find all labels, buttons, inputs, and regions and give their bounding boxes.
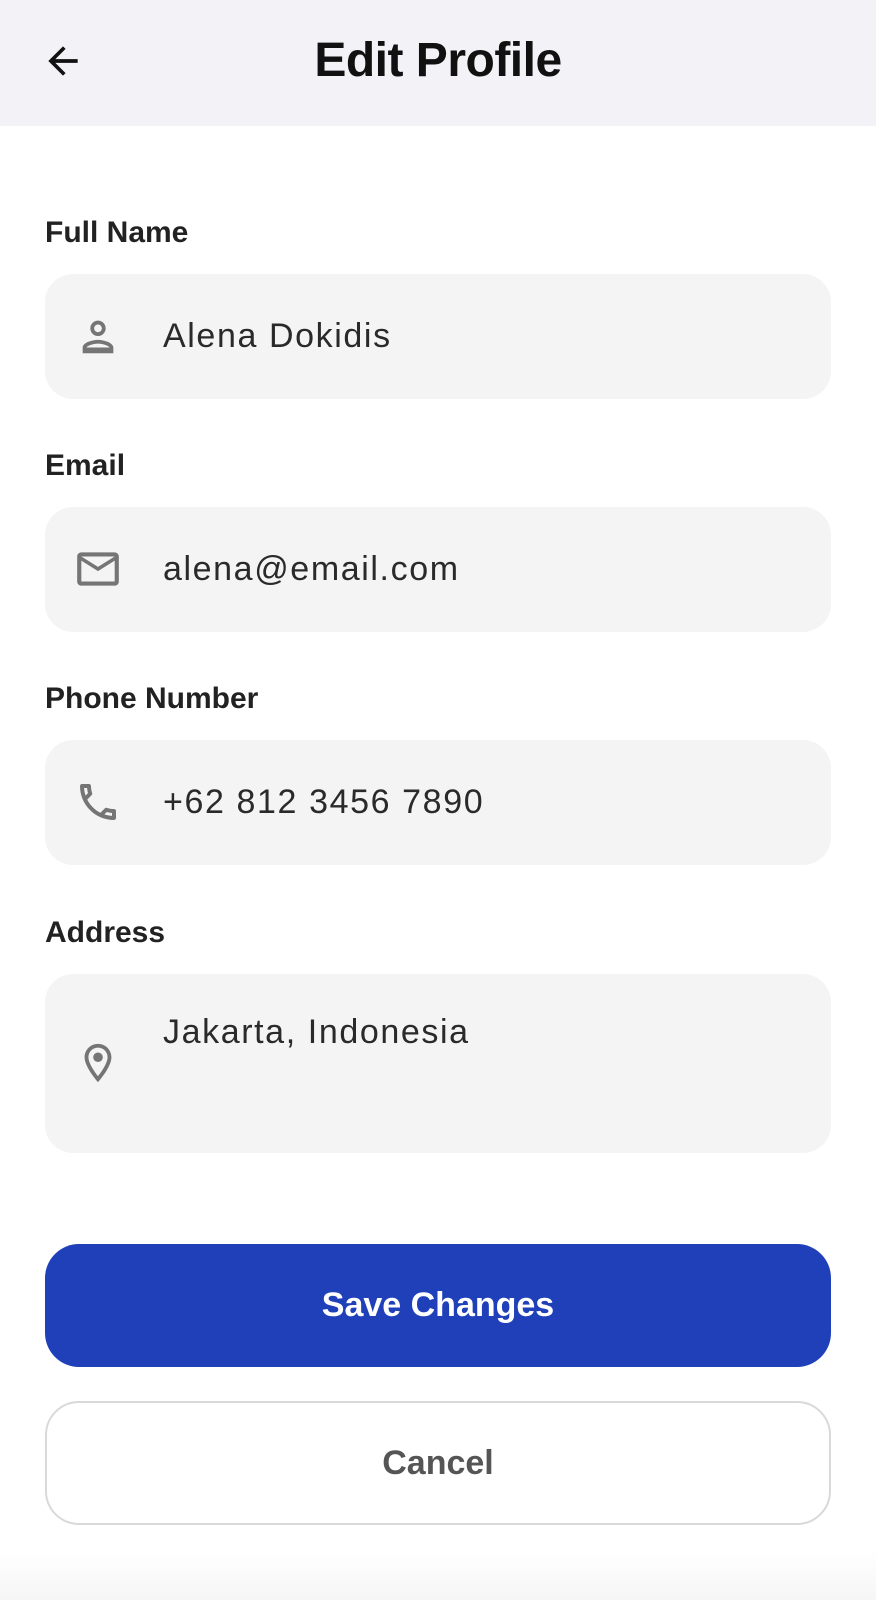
full-name-label: Full Name <box>45 216 189 249</box>
save-changes-button[interactable]: Save Changes <box>45 1244 831 1367</box>
address-value: Jakarta, Indonesia <box>163 1013 470 1051</box>
app-header: Edit Profile <box>0 0 876 126</box>
phone-icon <box>73 777 123 827</box>
address-field[interactable]: Jakarta, Indonesia <box>45 974 831 1153</box>
phone-number-value: +62 812 3456 7890 <box>163 783 485 821</box>
person-icon <box>73 311 123 361</box>
email-field[interactable]: alena@email.com <box>45 507 831 632</box>
location-pin-icon <box>73 1038 123 1088</box>
email-value: alena@email.com <box>163 550 460 588</box>
cancel-label: Cancel <box>382 1443 494 1482</box>
address-label: Address <box>45 916 166 949</box>
save-changes-label: Save Changes <box>321 1286 555 1324</box>
email-label: Email <box>45 449 126 482</box>
cancel-button[interactable]: Cancel <box>45 1401 831 1525</box>
phone-number-label: Phone Number <box>45 682 259 715</box>
mail-icon <box>73 544 123 594</box>
page-title: Edit Profile <box>314 34 562 87</box>
phone-number-field[interactable]: +62 812 3456 7890 <box>45 740 831 865</box>
full-name-value: Alena Dokidis <box>163 317 392 355</box>
full-name-field[interactable]: Alena Dokidis <box>45 274 831 399</box>
bottom-fade <box>0 1548 876 1600</box>
